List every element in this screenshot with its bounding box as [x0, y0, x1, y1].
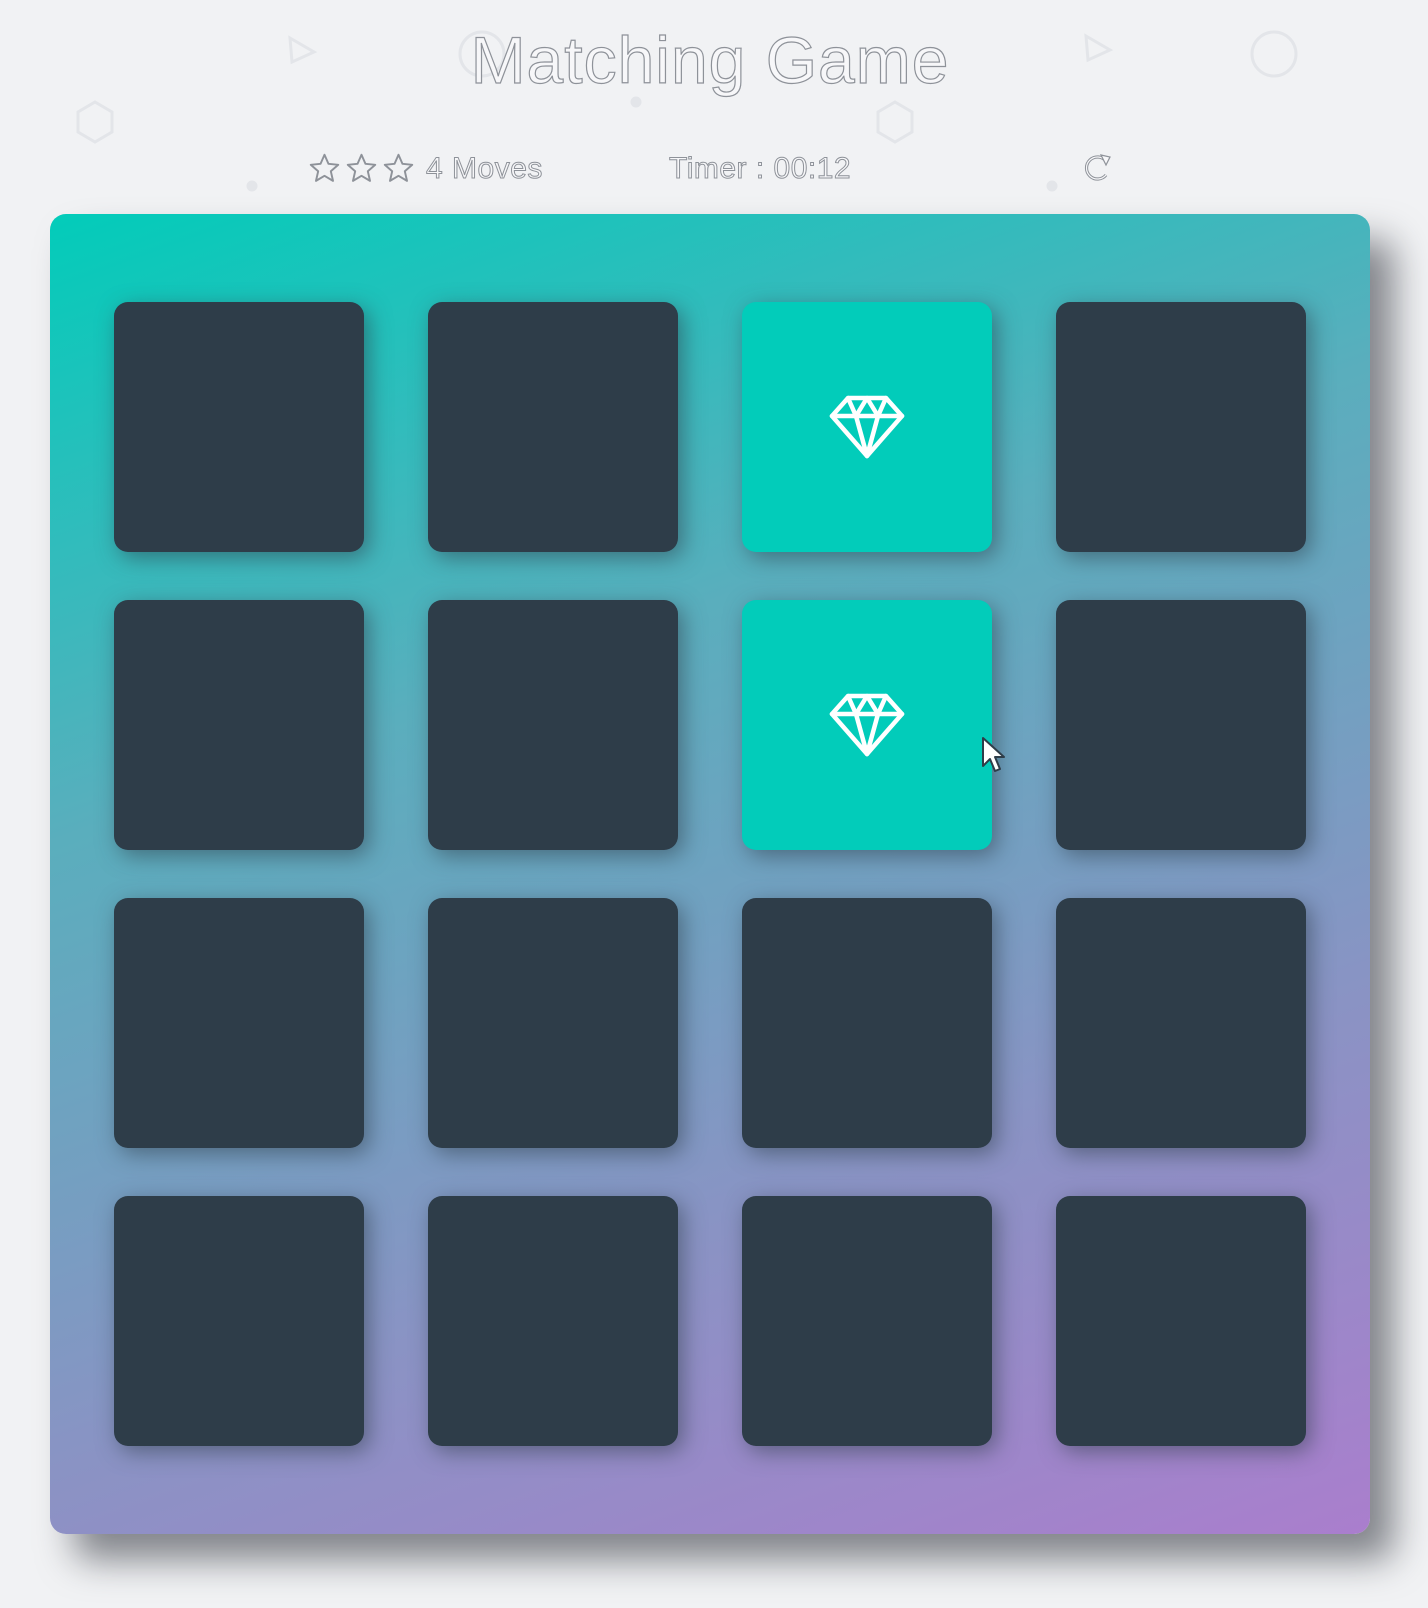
page-title: Matching Game	[470, 22, 950, 97]
card-closed[interactable]	[742, 1196, 992, 1446]
card-closed[interactable]	[114, 898, 364, 1148]
card-deck	[50, 214, 1370, 1534]
card-closed[interactable]	[1056, 1196, 1306, 1446]
card-closed[interactable]	[428, 898, 678, 1148]
card-closed[interactable]	[428, 302, 678, 552]
background-dot-shape	[630, 96, 642, 108]
star-rating	[308, 152, 415, 185]
restart-button[interactable]	[1079, 150, 1115, 186]
moves-count: 4	[425, 152, 444, 186]
star-icon	[346, 153, 377, 182]
background-hexagon-shape	[876, 100, 914, 144]
card-closed[interactable]	[1056, 898, 1306, 1148]
card-closed[interactable]	[114, 1196, 364, 1446]
moves-label: Moves	[452, 152, 543, 186]
card-open	[742, 302, 992, 552]
score-panel: 4 Moves Timer : 00:12	[0, 148, 1428, 196]
diamond-icon	[829, 395, 905, 459]
moves-counter: 4 Moves	[425, 152, 543, 186]
card-closed[interactable]	[114, 600, 364, 850]
timer-display: Timer : 00:12	[668, 152, 852, 186]
card-open	[742, 600, 992, 850]
star-icon	[383, 153, 414, 182]
card-closed[interactable]	[428, 600, 678, 850]
card-closed[interactable]	[114, 302, 364, 552]
card-closed[interactable]	[1056, 302, 1306, 552]
card-closed[interactable]	[1056, 600, 1306, 850]
restart-icon	[1084, 154, 1111, 181]
card-closed[interactable]	[428, 1196, 678, 1446]
diamond-icon	[829, 693, 905, 757]
card-closed[interactable]	[742, 898, 992, 1148]
background-hexagon-shape	[76, 100, 114, 144]
star-icon	[309, 153, 340, 182]
